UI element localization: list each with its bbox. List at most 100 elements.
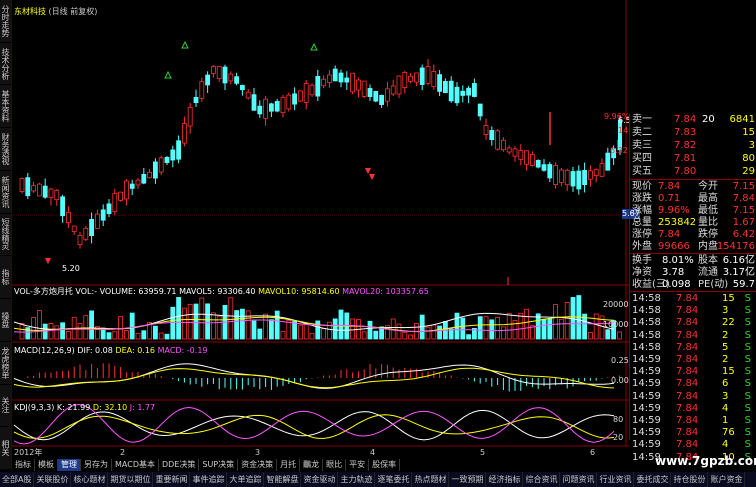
candle-body <box>466 87 472 96</box>
candle-body <box>181 123 187 144</box>
indicator-tab[interactable]: DDE决策 <box>159 459 200 471</box>
volume-bar <box>460 317 466 340</box>
candle-body <box>297 90 303 102</box>
footer-tab[interactable]: 关联股价 <box>34 472 72 487</box>
footer-tab[interactable]: 行业资讯 <box>597 472 635 487</box>
footer-tab[interactable]: 经济指标 <box>486 472 524 487</box>
candlestick-chart[interactable] <box>0 0 629 472</box>
quote-cell: 154176 <box>716 241 755 252</box>
quote-cell: 7.83 <box>674 127 697 138</box>
quote-cell: 253842 <box>658 217 697 228</box>
quote-cell: 8.01% <box>662 255 694 266</box>
indicator-tab[interactable]: 月托 <box>277 459 301 471</box>
indicator-tab[interactable]: 鸍龙 <box>300 459 324 471</box>
candle-body <box>66 211 71 224</box>
dif-line <box>13 363 615 389</box>
footer-tab[interactable]: 账户资金 <box>708 472 746 487</box>
candle-body <box>147 171 153 179</box>
month-label: 2 <box>120 448 126 457</box>
volume-name: VOL-多方炮月托 <box>14 287 73 296</box>
candle-body <box>460 90 466 96</box>
footer-tab[interactable]: 主力轨迹 <box>338 472 376 487</box>
candle-body <box>483 125 489 135</box>
sell-marker <box>365 168 371 174</box>
quote-cell: 3 <box>722 305 729 317</box>
candle-body <box>506 147 512 153</box>
quote-cell: 14:58 <box>632 305 661 317</box>
quote-cell: 7.84 <box>676 305 699 317</box>
candle-body <box>396 75 402 95</box>
candle-body <box>106 203 112 215</box>
sell-marker <box>369 174 375 180</box>
volume-bar <box>124 330 129 340</box>
footer-tab[interactable]: 期货以期位 <box>108 472 154 487</box>
kdj-k: K: 21.99 <box>56 403 91 412</box>
indicator-tab[interactable]: 平安 <box>346 459 370 471</box>
stat-row: 现价 7.84 今开 7.15 <box>630 181 756 193</box>
candle-body <box>170 149 176 161</box>
candle-body <box>402 72 408 88</box>
candle-body <box>582 170 587 185</box>
footer-tab[interactable]: 核心题材 <box>71 472 109 487</box>
indicator-tab[interactable]: 股保率 <box>369 459 401 471</box>
quote-cell: S <box>744 415 751 426</box>
indicator-tab[interactable]: MACD基本 <box>112 459 159 471</box>
candle-body <box>228 73 234 82</box>
indicator-tab[interactable]: 资金决策 <box>238 459 278 471</box>
quote-cell: 14:58 <box>632 317 661 329</box>
candle-body <box>112 193 118 212</box>
footer-tab[interactable]: 智能解盘 <box>264 472 302 487</box>
quote-cell: 涨幅 <box>632 205 652 216</box>
volume-bar <box>541 318 547 340</box>
quote-cell: 6841 <box>729 114 755 125</box>
footer-tab[interactable]: 大单追踪 <box>227 472 265 487</box>
quote-separator <box>630 253 756 254</box>
footer-tab[interactable]: 持仓股份 <box>671 472 709 487</box>
quote-cell: S <box>744 317 751 329</box>
quote-cell: 7.84 <box>676 366 699 378</box>
footer-tab[interactable]: 重要新闻 <box>153 472 191 487</box>
low-price-label: 5.20 <box>62 264 80 273</box>
stat-row: 涨跌 0.71 最高 7.84 <box>630 193 756 205</box>
candle-body <box>37 183 42 197</box>
candle-body <box>350 72 356 93</box>
candle-body <box>141 173 147 184</box>
volume-bar <box>321 328 327 340</box>
candle-body <box>593 169 599 176</box>
footer-tab[interactable]: 资金驱动 <box>301 472 339 487</box>
stat-row: 外盘 99666 内盘 154176 <box>630 241 756 253</box>
footer-tab[interactable]: 综合资讯 <box>523 472 561 487</box>
footer-tab[interactable]: 逐笔委托 <box>375 472 413 487</box>
indicator-tab[interactable]: 管理 <box>58 459 81 471</box>
footer-tab[interactable]: 一致预期 <box>449 472 487 487</box>
candle-body <box>448 80 454 102</box>
footer-tab[interactable]: 委托成交 <box>634 472 672 487</box>
footer-tab[interactable]: 热点题材 <box>412 472 450 487</box>
indicator-tab[interactable]: 另存为 <box>81 459 112 471</box>
candle-body <box>495 130 501 150</box>
tick-row: 14:58 7.84 3 S <box>630 305 756 317</box>
candle-body <box>553 164 558 186</box>
indicator-tab[interactable]: 模板 <box>35 459 58 471</box>
quote-cell: 80 <box>742 153 755 164</box>
quote-cell: 涨跌 <box>632 193 652 204</box>
indicator-tab[interactable]: 眼比 <box>323 459 347 471</box>
footer-tab[interactable]: 问题资讯 <box>560 472 598 487</box>
footer-tab[interactable]: 全部A股 <box>0 472 35 487</box>
macd-axis-mid: 0.00 <box>611 376 629 385</box>
volume-bar <box>42 323 48 340</box>
indicator-tab[interactable]: 指标 <box>12 459 35 471</box>
volume-bar <box>500 326 506 340</box>
volume-bar <box>373 330 379 340</box>
volume-bar <box>402 331 408 340</box>
quote-cell: S <box>744 427 751 439</box>
candle-body <box>431 71 437 87</box>
quote-cell: 最低 <box>698 205 718 216</box>
candle-body <box>263 98 269 119</box>
volume-bar <box>506 313 512 340</box>
candle-body <box>309 84 315 96</box>
candle-body <box>413 72 419 83</box>
quote-cell: S <box>744 305 751 317</box>
footer-tab[interactable]: 事件追踪 <box>190 472 228 487</box>
indicator-tab[interactable]: SUP决策 <box>199 459 239 471</box>
